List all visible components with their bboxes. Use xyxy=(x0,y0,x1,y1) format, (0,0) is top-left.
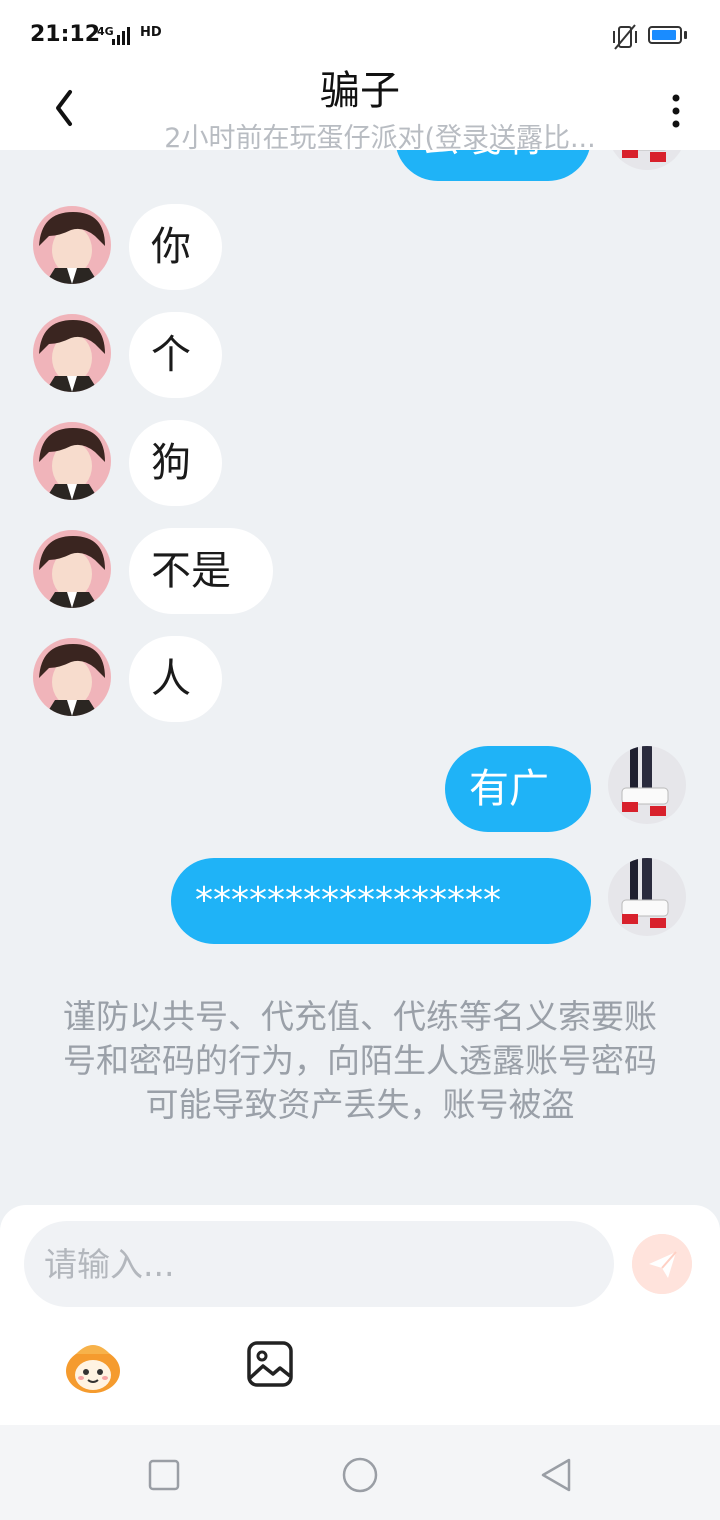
contact-avatar[interactable] xyxy=(33,206,111,284)
chat-title: 骗子 xyxy=(320,68,400,114)
message-bubble-received[interactable]: 人 xyxy=(129,636,222,722)
back-nav-icon[interactable] xyxy=(531,1450,581,1500)
message-text: 狗 xyxy=(151,440,191,486)
battery-icon xyxy=(648,26,682,44)
message-bubble-received[interactable]: 个 xyxy=(129,312,222,398)
contact-avatar[interactable] xyxy=(33,530,111,608)
hd-indicator: HD xyxy=(140,25,162,40)
message-bubble-received[interactable]: 狗 xyxy=(129,420,222,506)
recent-apps-icon[interactable] xyxy=(139,1450,189,1500)
message-text: ***************** xyxy=(195,880,501,921)
message-bubble-sent[interactable]: 有广 xyxy=(445,746,591,832)
message-bubble-sent[interactable]: ***************** xyxy=(171,858,591,944)
send-icon[interactable] xyxy=(632,1234,692,1294)
system-nav-bar xyxy=(0,1425,720,1520)
message-bubble-received[interactable]: 不是 xyxy=(129,528,273,614)
message-input[interactable] xyxy=(24,1221,614,1307)
image-icon[interactable] xyxy=(246,1340,294,1388)
message-bubble-received[interactable]: 你 xyxy=(129,204,222,290)
contact-avatar[interactable] xyxy=(33,314,111,392)
more-options-icon[interactable] xyxy=(660,80,690,130)
security-notice: 谨防以共号、代充值、代练等名义索要账号和密码的行为，向陌生人透露账号密码可能导致… xyxy=(63,997,657,1124)
mascot-emoji-icon[interactable] xyxy=(62,1338,124,1396)
message-composer xyxy=(0,1205,720,1425)
message-text: 你 xyxy=(151,224,191,270)
message-text: 有广 xyxy=(469,766,549,812)
vibrate-mute-icon xyxy=(613,24,637,50)
contact-avatar[interactable] xyxy=(33,638,111,716)
message-bubble-sent[interactable]: 去嘎啊 xyxy=(395,150,591,181)
message-text: 不是 xyxy=(151,548,231,594)
message-text: 人 xyxy=(151,656,191,702)
my-avatar[interactable] xyxy=(608,858,686,936)
status-time: 21:12 xyxy=(30,22,101,47)
my-avatar[interactable] xyxy=(608,746,686,824)
home-icon[interactable] xyxy=(335,1450,385,1500)
message-text: 个 xyxy=(151,332,191,378)
signal-icon xyxy=(112,27,130,45)
message-text: 去嘎啊 xyxy=(421,150,541,161)
my-avatar[interactable] xyxy=(608,150,686,170)
chat-header: 骗子 2小时前在玩蛋仔派对(登录送露比... xyxy=(0,68,720,154)
contact-avatar[interactable] xyxy=(33,422,111,500)
